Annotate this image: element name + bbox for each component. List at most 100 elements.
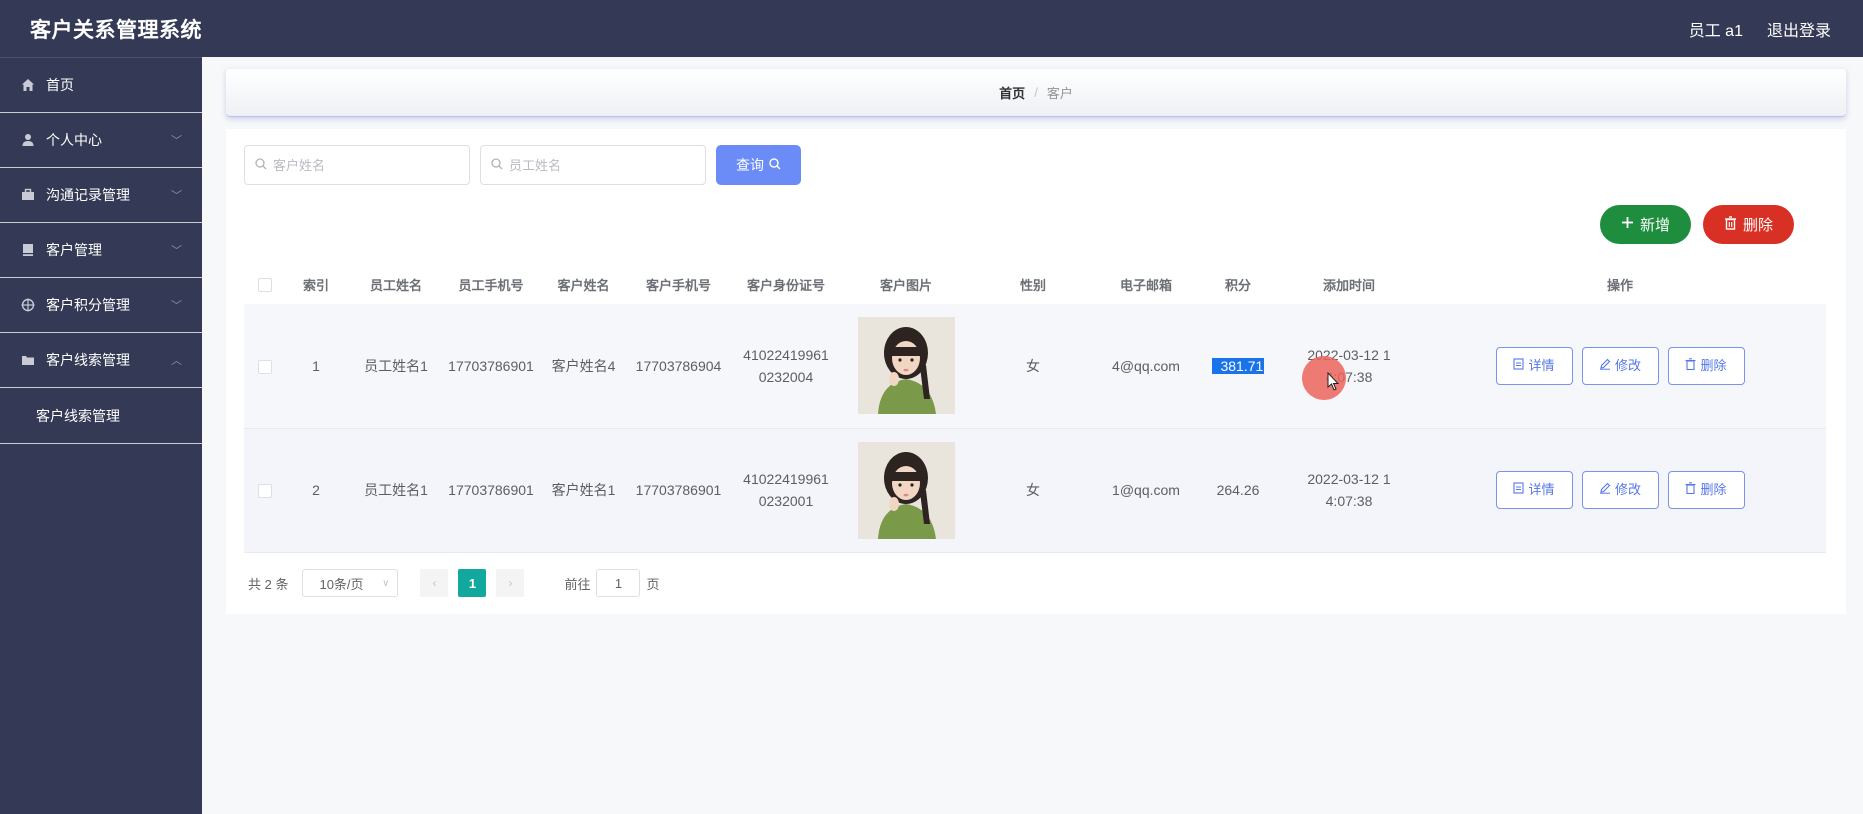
trash-icon bbox=[1685, 355, 1696, 377]
chevron-right-icon: › bbox=[508, 576, 513, 590]
employee-name-input[interactable] bbox=[509, 157, 689, 173]
goto-page-input[interactable]: 1 bbox=[596, 569, 641, 597]
trash-icon bbox=[1724, 215, 1737, 234]
edit-label: 修改 bbox=[1614, 482, 1641, 497]
breadcrumb-home[interactable]: 首页 bbox=[999, 83, 1025, 102]
employee-name-search bbox=[480, 145, 706, 185]
add-button[interactable]: 新增 bbox=[1600, 205, 1691, 244]
breadcrumb-current: 客户 bbox=[1046, 86, 1073, 101]
row-checkbox[interactable] bbox=[258, 484, 272, 499]
sidebar-item-label: 客户积分管理 bbox=[46, 297, 130, 313]
column-header[interactable]: 添加时间 bbox=[1284, 264, 1414, 304]
column-header[interactable]: 员工手机号 bbox=[446, 264, 536, 304]
target-icon bbox=[20, 297, 36, 313]
batch-delete-button[interactable]: 删除 bbox=[1703, 205, 1794, 244]
next-page-button[interactable]: › bbox=[496, 569, 525, 597]
cell-time: 2022-03-12 1 4:07:38 bbox=[1284, 304, 1414, 429]
sidebar-item-points[interactable]: 客户积分管理 ﹀ bbox=[0, 278, 202, 333]
cell-time: 2022-03-12 1 4:07:38 bbox=[1284, 428, 1414, 553]
page-number-active[interactable]: 1 bbox=[458, 569, 487, 597]
sidebar-item-label: 沟通记录管理 bbox=[46, 187, 130, 203]
column-header[interactable]: 员工姓名 bbox=[346, 264, 446, 304]
cell-photo bbox=[846, 304, 966, 429]
selected-points-text[interactable]: 3381.71 bbox=[1211, 357, 1265, 374]
sidebar-item-home[interactable]: 首页 bbox=[0, 58, 202, 113]
delete-button-label: 删除 bbox=[1742, 217, 1773, 234]
logout-link[interactable]: 退出登录 bbox=[1767, 17, 1831, 41]
chevron-down-icon: ∨ bbox=[382, 577, 390, 589]
row-actions: 详情 修改 删除 bbox=[1414, 346, 1826, 385]
detail-label: 详情 bbox=[1528, 482, 1555, 497]
id-line: 0232001 bbox=[758, 493, 814, 509]
column-header[interactable]: 电子邮箱 bbox=[1100, 264, 1192, 304]
sidebar-item-leads[interactable]: 客户线索管理 ︿ bbox=[0, 333, 202, 388]
column-header: 操作 bbox=[1414, 264, 1826, 304]
edit-label: 修改 bbox=[1614, 357, 1641, 373]
delete-label: 删除 bbox=[1700, 482, 1727, 497]
cell-gender: 女 bbox=[966, 304, 1100, 429]
customer-name-search bbox=[244, 145, 470, 185]
folder-icon bbox=[20, 352, 36, 368]
column-header[interactable]: 积分 bbox=[1192, 264, 1284, 304]
detail-button[interactable]: 详情 bbox=[1495, 471, 1573, 509]
cell-employee-name: 员工姓名1 bbox=[346, 428, 446, 553]
select-all-checkbox[interactable] bbox=[258, 277, 272, 292]
time-line: 2022-03-12 1 bbox=[1307, 471, 1391, 487]
query-button[interactable]: 查询 bbox=[716, 145, 801, 185]
sidebar-item-label: 个人中心 bbox=[46, 132, 102, 148]
sidebar-item-communication[interactable]: 沟通记录管理 ﹀ bbox=[0, 168, 202, 223]
id-line: 0232004 bbox=[758, 368, 814, 385]
customer-name-input[interactable] bbox=[273, 157, 453, 173]
table-row[interactable]: 1 员工姓名1 17703786901 客户姓名4 17703786904 41… bbox=[244, 304, 1826, 429]
current-user[interactable]: 员工 a1 bbox=[1689, 17, 1743, 41]
query-button-label: 查询 bbox=[736, 157, 764, 173]
header-user-area: 员工 a1 退出登录 bbox=[1689, 17, 1831, 41]
row-checkbox[interactable] bbox=[258, 360, 272, 375]
pagination: 共 2 条 10条/页 ∨ ‹ 1 › 前往 1 页 bbox=[248, 569, 660, 597]
cell-index: 2 bbox=[286, 428, 346, 553]
sidebar-item-label: 客户线索管理 bbox=[46, 352, 130, 368]
page-unit-label: 页 bbox=[646, 576, 660, 592]
cell-points: 264.26 bbox=[1192, 428, 1284, 553]
table-row[interactable]: 2 员工姓名1 17703786901 客户姓名1 17703786901 41… bbox=[244, 428, 1826, 553]
customer-photo[interactable] bbox=[857, 317, 955, 415]
home-icon bbox=[20, 77, 36, 93]
row-delete-button[interactable]: 删除 bbox=[1667, 346, 1745, 385]
chevron-left-icon: ‹ bbox=[432, 576, 437, 590]
column-header[interactable]: 客户身份证号 bbox=[726, 264, 846, 304]
total-count: 共 2 条 bbox=[248, 576, 289, 592]
sidebar-item-personal-center[interactable]: 个人中心 ﹀ bbox=[0, 113, 202, 168]
edit-icon bbox=[1599, 479, 1611, 501]
sidebar-item-label: 首页 bbox=[46, 77, 74, 93]
edit-button[interactable]: 修改 bbox=[1581, 346, 1659, 385]
column-header[interactable]: 客户手机号 bbox=[631, 264, 726, 304]
cell-email: 1@qq.com bbox=[1100, 428, 1192, 553]
search-icon bbox=[769, 157, 781, 173]
search-icon bbox=[255, 157, 267, 173]
customer-photo[interactable] bbox=[857, 441, 955, 539]
sidebar-item-customers[interactable]: 客户管理 ﹀ bbox=[0, 223, 202, 278]
cell-customer-name: 客户姓名1 bbox=[536, 428, 631, 553]
plus-icon bbox=[1621, 216, 1634, 233]
delete-label: 删除 bbox=[1700, 357, 1727, 373]
column-header[interactable]: 性别 bbox=[966, 264, 1100, 304]
sidebar-subitem-leads[interactable]: 客户线索管理 bbox=[0, 388, 202, 444]
cell-index: 1 bbox=[286, 304, 346, 429]
row-delete-button[interactable]: 删除 bbox=[1667, 471, 1745, 509]
cell-points: 3381.71 bbox=[1192, 304, 1284, 429]
detail-button[interactable]: 详情 bbox=[1495, 346, 1573, 385]
goto-label: 前往 bbox=[564, 576, 591, 592]
row-select-cell bbox=[244, 304, 286, 429]
column-header[interactable]: 客户姓名 bbox=[536, 264, 631, 304]
edit-button[interactable]: 修改 bbox=[1581, 471, 1659, 509]
chevron-down-icon: ﹀ bbox=[171, 300, 182, 312]
id-line: 41022419961 bbox=[743, 471, 829, 487]
cell-employee-name: 员工姓名1 bbox=[346, 304, 446, 429]
page-size-select[interactable]: 10条/页 ∨ bbox=[302, 569, 399, 597]
column-header[interactable]: 客户图片 bbox=[846, 264, 966, 304]
column-header[interactable]: 索引 bbox=[286, 264, 346, 304]
cell-email: 4@qq.com bbox=[1100, 304, 1192, 429]
cell-photo bbox=[846, 428, 966, 553]
prev-page-button[interactable]: ‹ bbox=[420, 569, 449, 597]
document-icon bbox=[20, 242, 36, 258]
